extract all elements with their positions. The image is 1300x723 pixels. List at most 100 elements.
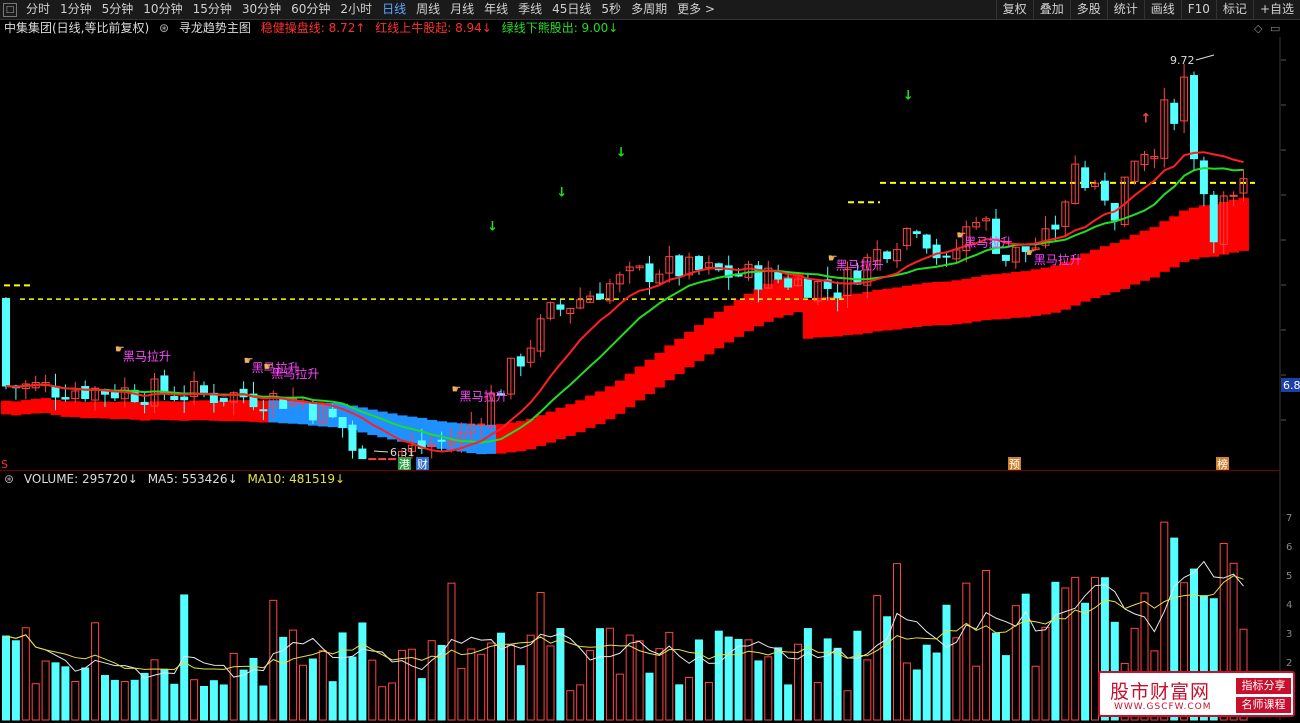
period-tab-2[interactable]: 5分钟 bbox=[97, 0, 139, 19]
candle-body bbox=[873, 249, 882, 262]
volume-bar bbox=[1041, 626, 1050, 721]
ribbon-segment bbox=[882, 288, 893, 331]
period-tab-12[interactable]: 季线 bbox=[513, 0, 547, 19]
ribbon-segment bbox=[367, 409, 378, 435]
period-tab-13[interactable]: 45日线 bbox=[547, 0, 596, 19]
volume-bar bbox=[724, 636, 733, 721]
toolbar-button-6[interactable]: 标记 bbox=[1215, 0, 1253, 19]
period-tab-3[interactable]: 10分钟 bbox=[138, 0, 187, 19]
candle-body bbox=[378, 458, 387, 461]
candle-body bbox=[269, 392, 278, 408]
volume-bar bbox=[239, 669, 248, 721]
event-marker-box bbox=[1008, 457, 1021, 470]
volume-bar bbox=[655, 648, 664, 721]
ribbon-segment bbox=[307, 402, 319, 426]
ribbon-segment bbox=[80, 402, 91, 419]
period-tab-5[interactable]: 30分钟 bbox=[237, 0, 286, 19]
volume-bar bbox=[368, 659, 377, 721]
candle-body bbox=[932, 244, 941, 259]
toolbar-button-7[interactable]: +自选 bbox=[1252, 0, 1300, 19]
period-tab-15[interactable]: 多周期 bbox=[626, 0, 672, 19]
candle-body bbox=[586, 295, 595, 303]
volume-bar bbox=[714, 630, 723, 721]
volume-gear-icon[interactable]: ⊛ bbox=[4, 472, 14, 486]
ribbon-segment bbox=[743, 293, 754, 332]
volume-bar bbox=[883, 616, 892, 721]
volume-scale-label: 5 bbox=[1286, 571, 1292, 582]
ribbon-segment bbox=[486, 424, 497, 454]
toolbar-button-4[interactable]: 画线 bbox=[1143, 0, 1181, 19]
ribbon-segment bbox=[941, 281, 952, 326]
candle-body bbox=[605, 283, 614, 302]
volume-bar bbox=[467, 648, 476, 721]
signal-arrow-icon: ↓ bbox=[616, 146, 627, 161]
volume-bar bbox=[615, 673, 624, 721]
signal-arrow-icon: ↓ bbox=[903, 89, 914, 104]
period-tab-6[interactable]: 60分钟 bbox=[286, 0, 335, 19]
ribbon-segment bbox=[644, 359, 655, 395]
indicator-infobar: 中集集团(日线,等比前复权) ⊛ 寻龙趋势主图 稳健操盘线: 8.72↑ 红线上… bbox=[0, 19, 1300, 37]
candle-body bbox=[388, 458, 397, 461]
candle-body bbox=[487, 393, 496, 428]
volume-ma5-line bbox=[5, 560, 1244, 679]
volume-bar bbox=[378, 686, 387, 721]
ribbon-segment bbox=[604, 386, 616, 420]
indicator-gear-icon[interactable]: ⊛ bbox=[159, 21, 169, 35]
candle-body bbox=[1110, 202, 1119, 221]
volume-scale-label: 3 bbox=[1286, 629, 1292, 640]
period-tab-9[interactable]: 周线 bbox=[411, 0, 445, 19]
period-tab-16[interactable]: 更多 > bbox=[672, 0, 720, 19]
ribbon-segment bbox=[139, 402, 151, 421]
stock-title: 中集集团(日线,等比前复权) bbox=[4, 21, 150, 35]
kline-chart[interactable]: 黑马拉升☛黑马拉升☛黑马拉升☛黑马拉升☛黑马拉升☛黑马拉升☛黑马拉升☛↓↓↓↓↑… bbox=[0, 0, 1300, 723]
signal-arrow-icon: ↓ bbox=[556, 186, 567, 201]
volume-bar bbox=[11, 640, 20, 721]
ribbon-segment bbox=[1198, 205, 1210, 258]
volume-scale-label: 7 bbox=[1286, 513, 1292, 524]
window-toggle-icon[interactable]: □ bbox=[3, 2, 17, 17]
period-tab-1[interactable]: 1分钟 bbox=[55, 0, 97, 19]
ribbon-segment bbox=[1218, 201, 1230, 255]
ribbon-segment bbox=[852, 293, 863, 335]
period-tab-8[interactable]: 日线 bbox=[377, 0, 411, 19]
ribbon-segment bbox=[1149, 227, 1160, 278]
ribbon-segment bbox=[971, 276, 982, 322]
volume-bar bbox=[81, 667, 90, 721]
ribbon-segment bbox=[872, 289, 883, 332]
candle-body bbox=[200, 385, 208, 393]
red-line-value: 红线上牛股起: 8.94↓ bbox=[375, 21, 492, 35]
candle-body bbox=[883, 251, 892, 260]
period-tab-7[interactable]: 2小时 bbox=[335, 0, 377, 19]
toolbar-button-5[interactable]: F10 bbox=[1180, 0, 1216, 19]
period-tab-14[interactable]: 5秒 bbox=[596, 0, 626, 19]
volume-bar bbox=[279, 636, 288, 721]
ribbon-segment bbox=[476, 425, 487, 455]
ribbon-segment bbox=[862, 291, 873, 334]
ribbon-segment bbox=[555, 407, 566, 440]
volume-bar bbox=[625, 634, 634, 721]
signal-label: 黑马拉升 bbox=[964, 235, 1012, 250]
candle-body bbox=[130, 389, 139, 403]
volume-bar bbox=[170, 683, 179, 721]
period-tabs: □ 分时 1分钟 5分钟 10分钟 15分钟 30分钟 60分钟 2小时 日线 周线 月线 年线 季线 4… bbox=[0, 0, 720, 19]
candle-body bbox=[1130, 160, 1139, 183]
candles bbox=[2, 63, 1248, 461]
toolbar-button-3[interactable]: 统计 bbox=[1106, 0, 1144, 19]
ribbon-segment bbox=[931, 281, 943, 326]
toolbar-button-1[interactable]: 叠加 bbox=[1032, 0, 1070, 19]
ribbon-segment bbox=[842, 294, 853, 336]
period-tab-4[interactable]: 15分钟 bbox=[188, 0, 237, 19]
toolbar-button-2[interactable]: 多股 bbox=[1069, 0, 1107, 19]
period-tab-10[interactable]: 月线 bbox=[445, 0, 479, 19]
ribbon-segment bbox=[1080, 253, 1091, 302]
toolbar-button-0[interactable]: 复权 bbox=[995, 0, 1033, 19]
volume-bar bbox=[1001, 655, 1010, 721]
volume-bar bbox=[2, 635, 10, 721]
candle-body bbox=[299, 400, 307, 404]
candle-body bbox=[734, 273, 743, 277]
volume-scale-label: 4 bbox=[1286, 600, 1292, 611]
indicator-name[interactable]: 寻龙趋势主图 bbox=[179, 21, 251, 35]
period-tab-0[interactable]: 分时 bbox=[21, 0, 55, 19]
volume-bar bbox=[110, 679, 119, 721]
period-tab-11[interactable]: 年线 bbox=[479, 0, 513, 19]
